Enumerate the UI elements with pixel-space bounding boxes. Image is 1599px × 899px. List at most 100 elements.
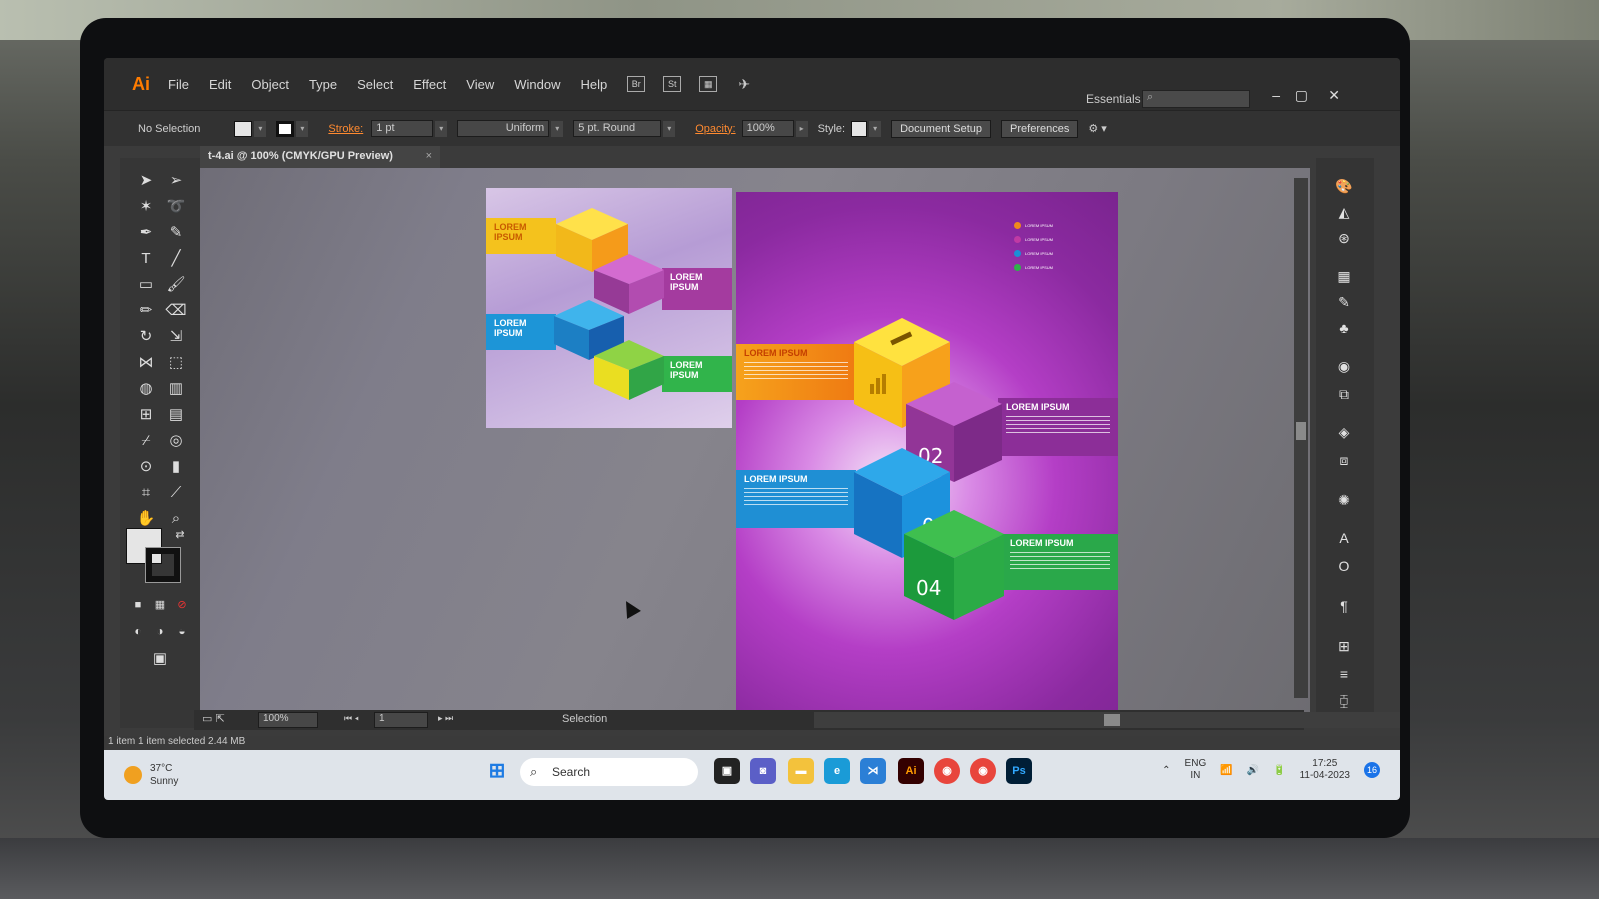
label-box-orange[interactable]: LOREM IPSUM — [736, 344, 856, 400]
magic-wand-tool-icon[interactable]: ✶ — [134, 196, 158, 218]
stroke-panel-icon[interactable]: ✺ — [1332, 492, 1356, 514]
swap-colors-icon[interactable]: ⇄ — [168, 524, 192, 546]
artboard-main[interactable]: LOREM IPSUM LOREM IPSUM LOREM IPSUM LORE… — [736, 192, 1118, 722]
gradient-mode-icon[interactable]: ▦ — [148, 594, 172, 616]
width-tool-icon[interactable]: ⋈ — [134, 352, 158, 374]
menu-window[interactable]: Window — [514, 77, 560, 92]
vertical-scroll-thumb[interactable] — [1296, 422, 1306, 440]
chevron-right-icon[interactable]: ▸ — [795, 120, 808, 137]
file-explorer-icon[interactable]: ▬ — [788, 758, 814, 784]
next-page-icon[interactable]: ▸ ⏭ — [438, 713, 453, 724]
pen-tool-icon[interactable]: ✒ — [134, 222, 158, 244]
language-indicator[interactable]: ENG IN — [1185, 758, 1207, 782]
chrome-icon[interactable]: ◉ — [934, 758, 960, 784]
chevron-down-icon[interactable]: ▾ — [254, 120, 267, 137]
stroke-swatch[interactable] — [276, 120, 295, 137]
opentype-icon[interactable]: O — [1332, 558, 1356, 580]
brushes-icon[interactable]: ✎ — [1332, 294, 1356, 316]
label-box-purple[interactable]: LOREM IPSUM — [998, 398, 1118, 456]
maximize-icon[interactable]: ▢ — [1295, 87, 1308, 104]
paragraph-icon[interactable]: ¶ — [1332, 598, 1356, 620]
stroke-label[interactable]: Stroke: — [328, 123, 363, 135]
blend-tool-icon[interactable]: ◎ — [164, 430, 188, 452]
symbol-sprayer-tool-icon[interactable]: ⊙ — [134, 456, 158, 478]
artboards-icon[interactable]: ⧈ — [1332, 452, 1356, 474]
selection-tool-icon[interactable]: ➤ — [134, 170, 158, 192]
curvature-tool-icon[interactable]: ✎ — [164, 222, 188, 244]
none-mode-icon[interactable]: ⊘ — [170, 594, 194, 616]
align-icon[interactable]: ≡ — [1332, 666, 1356, 688]
chevron-down-icon[interactable]: ▾ — [551, 120, 564, 137]
pencil-tool-icon[interactable]: ✏ — [134, 300, 158, 322]
stroke-profile-select[interactable]: Uniform — [457, 120, 550, 137]
chevron-down-icon[interactable]: ▾ — [869, 120, 882, 137]
paintbrush-tool-icon[interactable]: 🖌 — [164, 274, 188, 296]
free-transform-tool-icon[interactable]: ⬚ — [164, 352, 188, 374]
cube-green[interactable] — [592, 340, 666, 400]
first-page-icon[interactable]: ⏮ ◂ — [344, 713, 359, 724]
column-graph-tool-icon[interactable]: ▮ — [164, 456, 188, 478]
direct-selection-tool-icon[interactable]: ➢ — [164, 170, 188, 192]
horizontal-scroll-thumb[interactable] — [1104, 714, 1120, 726]
color-guide-icon[interactable]: ◭ — [1332, 204, 1356, 226]
color-mode-icon[interactable]: ■ — [126, 594, 150, 616]
swatches-icon[interactable]: ▦ — [1332, 268, 1356, 290]
horizontal-scrollbar[interactable] — [814, 712, 1400, 728]
close-icon[interactable]: ✕ — [1328, 87, 1340, 104]
weather-widget[interactable]: 37°C Sunny — [124, 762, 178, 788]
pathfinder-icon[interactable]: ⧮ — [1332, 692, 1356, 714]
document-tab[interactable]: t-4.ai @ 100% (CMYK/GPU Preview) × — [200, 146, 440, 168]
menu-help[interactable]: Help — [580, 77, 607, 92]
lasso-tool-icon[interactable]: ➰ — [164, 196, 188, 218]
label-box-blue[interactable]: LOREM IPSUM — [736, 470, 856, 528]
fill-swatch[interactable] — [234, 120, 253, 137]
opacity-label[interactable]: Opacity: — [695, 123, 735, 135]
label-box-purple[interactable]: LOREM IPSUM — [662, 268, 732, 310]
menu-select[interactable]: Select — [357, 77, 393, 92]
vertical-scrollbar[interactable] — [1294, 178, 1308, 698]
graphic-styles-icon[interactable]: ⧉ — [1332, 386, 1356, 408]
menu-file[interactable]: File — [168, 77, 189, 92]
menu-type[interactable]: Type — [309, 77, 337, 92]
rotate-tool-icon[interactable]: ↻ — [134, 326, 158, 348]
notification-badge[interactable]: 16 — [1364, 762, 1380, 778]
battery-icon[interactable]: 🔋 — [1273, 765, 1285, 776]
line-tool-icon[interactable]: ╱ — [164, 248, 188, 270]
character-icon[interactable]: A — [1332, 530, 1356, 552]
wifi-icon[interactable]: 📶 — [1220, 765, 1232, 776]
draw-normal-icon[interactable]: ◐ — [126, 620, 150, 642]
illustrator-taskbar-icon[interactable]: Ai — [898, 758, 924, 784]
gradient-tool-icon[interactable]: ▤ — [164, 404, 188, 426]
shape-builder-tool-icon[interactable]: ◍ — [134, 378, 158, 400]
style-swatch[interactable] — [851, 120, 868, 137]
rectangle-tool-icon[interactable]: ▭ — [134, 274, 158, 296]
gpu-performance-icon[interactable]: ✈ — [735, 76, 753, 92]
chevron-down-icon[interactable]: ▾ — [296, 120, 309, 137]
brush-select[interactable]: 5 pt. Round — [573, 120, 662, 137]
chevron-down-icon[interactable]: ▾ — [663, 120, 676, 137]
draw-inside-icon[interactable]: ◒ — [170, 620, 194, 642]
zoom-field[interactable]: 100% — [258, 712, 318, 728]
menu-effect[interactable]: Effect — [413, 77, 446, 92]
stroke-weight-field[interactable]: 1 pt — [371, 120, 434, 137]
label-box-blue[interactable]: LOREM IPSUM — [486, 314, 556, 350]
type-tool-icon[interactable]: T — [134, 248, 158, 270]
vscode-icon[interactable]: ⋊ — [860, 758, 886, 784]
menu-edit[interactable]: Edit — [209, 77, 231, 92]
align-options-icon[interactable]: ⚙ ▾ — [1088, 122, 1106, 135]
eyedropper-tool-icon[interactable]: ⌿ — [134, 430, 158, 452]
task-view-icon[interactable]: ▣ — [714, 758, 740, 784]
color-panel-icon[interactable]: 🎨 — [1332, 178, 1356, 200]
help-search-input[interactable]: ⌕ — [1142, 90, 1250, 108]
workspace-switcher[interactable]: Essentials ▾ — [1086, 92, 1150, 106]
label-box-green[interactable]: LOREM IPSUM — [662, 356, 732, 392]
chevron-up-icon[interactable]: ⌃ — [1162, 765, 1170, 776]
minimize-icon[interactable]: – — [1272, 87, 1280, 103]
preferences-button[interactable]: Preferences — [1001, 119, 1079, 138]
mesh-tool-icon[interactable]: ⊞ — [134, 404, 158, 426]
windows-start-icon[interactable]: ⊞ — [484, 758, 510, 784]
label-box-orange[interactable]: LOREM IPSUM — [486, 218, 556, 254]
image-trace-icon[interactable]: ⊛ — [1332, 230, 1356, 252]
arrange-documents-icon[interactable]: ▦ — [699, 76, 718, 92]
artboard-small[interactable]: LOREM IPSUM LOREM IPSUM LOREM IPSUM LORE… — [486, 188, 732, 428]
